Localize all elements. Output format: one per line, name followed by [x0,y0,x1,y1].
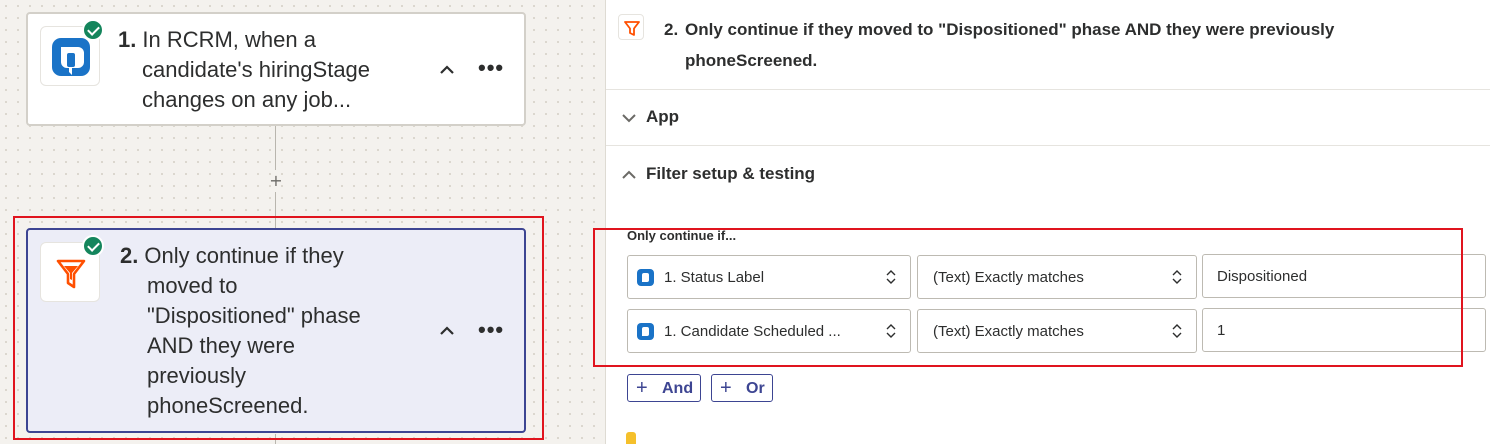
complete-check-icon [82,19,104,41]
section-label: App [646,107,680,126]
complete-check-icon [82,235,104,257]
plus-icon: + [636,377,648,399]
more-options-icon[interactable]: ••• [478,57,504,79]
condition-value-input[interactable]: Dispositioned [1202,254,1486,298]
step-card-trigger[interactable]: 1. In RCRM, when a candidate's hiringStag… [26,12,526,126]
step-title: 2. Only continue if they moved to "Dispos… [120,243,361,418]
condition-operator-select[interactable]: (Text) Exactly matches [917,309,1197,353]
chevron-up-icon [622,170,636,179]
collapse-chevron-icon[interactable] [440,324,454,338]
more-options-icon[interactable]: ••• [478,319,504,341]
add-and-condition-button[interactable]: + And [627,374,701,402]
condition-field-select[interactable]: 1. Status Label [627,255,911,299]
rcrm-logo-icon [637,269,654,286]
select-arrows-icon [886,270,896,284]
plus-icon: + [720,377,732,399]
step-connector [275,126,276,170]
condition-operator-select[interactable]: (Text) Exactly matches [917,255,1197,299]
step-card-filter[interactable]: 2. Only continue if they moved to "Dispos… [26,228,526,433]
select-arrows-icon [1172,270,1182,284]
section-app[interactable]: App [606,90,1490,146]
step-connector [275,192,276,228]
condition-field-select[interactable]: 1. Candidate Scheduled ... [627,309,911,353]
step-connector [275,434,276,444]
filter-icon [618,14,644,40]
condition-value-input[interactable]: 1 [1202,308,1486,352]
rcrm-logo-icon [637,323,654,340]
section-label: Filter setup & testing [646,164,816,183]
section-filter-setup[interactable]: Filter setup & testing [606,147,1490,203]
step-editor-panel: 2. Only continue if they moved to "Dispo… [593,0,1490,444]
panel-header: 2. Only continue if they moved to "Dispo… [606,0,1490,90]
panel-title: 2. Only continue if they moved to "Dispo… [664,20,1335,70]
collapse-chevron-icon[interactable] [440,63,454,77]
add-or-condition-button[interactable]: + Or [711,374,773,402]
filter-caption: Only continue if... [627,228,737,243]
workflow-canvas[interactable]: + 1. In RCRM, when a candidate's hiringSt… [0,0,606,444]
chevron-down-icon [622,114,636,123]
step-title: 1. In RCRM, when a candidate's hiringStag… [118,27,371,112]
select-arrows-icon [886,324,896,338]
add-step-button[interactable]: + [266,171,286,191]
select-arrows-icon [1172,324,1182,338]
warning-indicator [626,432,636,444]
